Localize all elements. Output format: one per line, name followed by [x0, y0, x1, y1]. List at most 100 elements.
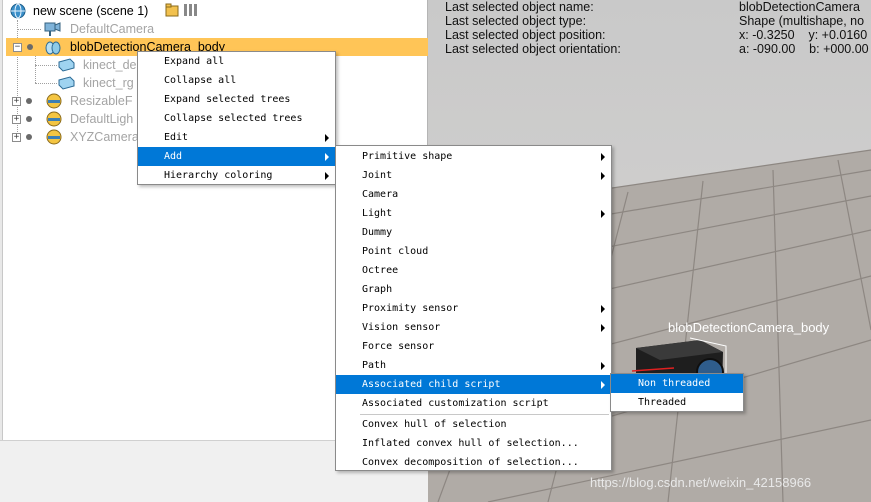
menu-item-associated-customization-script[interactable]: Associated customization script	[336, 394, 611, 413]
shape-icon	[45, 41, 61, 55]
vision-sensor-icon	[58, 58, 75, 72]
menu-item-label: Vision sensor	[362, 322, 441, 333]
expand-toggle-icon[interactable]: +	[12, 133, 21, 142]
tree-root-scene[interactable]: new scene (scene 1)	[8, 2, 208, 20]
menu-item-label: Collapse all	[164, 75, 237, 86]
panel-edge	[0, 0, 3, 440]
model-icon	[46, 129, 62, 145]
info-label: Last selected object type:	[445, 14, 587, 28]
model-icon	[46, 111, 62, 127]
menu-item-threaded[interactable]: Threaded	[611, 393, 743, 412]
expand-toggle-icon[interactable]: +	[12, 115, 21, 124]
menu-item-camera[interactable]: Camera	[336, 185, 611, 204]
menu-item-label: Non threaded	[638, 378, 711, 389]
add-submenu[interactable]: Primitive shape Joint Camera Light Dummy…	[335, 145, 612, 471]
menu-item-label: Light	[362, 208, 393, 219]
menu-item-label: Camera	[362, 189, 399, 200]
folder-icon[interactable]	[165, 3, 179, 17]
menu-item-add[interactable]: Add	[138, 147, 335, 166]
menu-item-dummy[interactable]: Dummy	[336, 223, 611, 242]
object-label: blobDetectionCamera_body	[668, 320, 830, 335]
scene-label: new scene (scene 1)	[33, 4, 149, 18]
tree-line	[35, 55, 36, 83]
globe-icon	[10, 3, 26, 19]
menu-item-label: Primitive shape	[362, 151, 453, 162]
tree-line	[17, 29, 41, 30]
menu-item-label: Convex hull of selection	[362, 419, 507, 430]
submenu-arrow-icon	[601, 324, 605, 332]
menu-item-label: Inflated convex hull of selection...	[362, 438, 579, 449]
info-label: Last selected object name:	[445, 0, 594, 14]
menu-item-associated-child-script[interactable]: Associated child script	[336, 375, 611, 394]
visibility-dot-icon	[26, 116, 32, 122]
menu-item-label: Associated customization script	[362, 398, 549, 409]
submenu-arrow-icon	[601, 305, 605, 313]
menu-item-non-threaded[interactable]: Non threaded	[611, 374, 743, 393]
info-label: Last selected object position:	[445, 28, 606, 42]
menu-item-convex-decomposition[interactable]: Convex decomposition of selection...	[336, 453, 611, 472]
menu-item-label: Convex decomposition of selection...	[362, 457, 579, 468]
menu-item-label: Threaded	[638, 397, 687, 408]
menu-item-label: Dummy	[362, 227, 393, 238]
vision-sensor-icon	[58, 76, 75, 90]
menu-item-expand-selected[interactable]: Expand selected trees	[138, 90, 335, 109]
menu-item-label: Expand selected trees	[164, 94, 291, 105]
tree-item-label: kinect_rg	[83, 76, 134, 90]
tree-item-label: XYZCamera	[70, 130, 139, 144]
submenu-arrow-icon	[325, 153, 329, 161]
menu-item-light[interactable]: Light	[336, 204, 611, 223]
menu-item-vision-sensor[interactable]: Vision sensor	[336, 318, 611, 337]
menu-item-joint[interactable]: Joint	[336, 166, 611, 185]
menu-item-label: Associated child script	[362, 379, 501, 390]
menu-item-collapse-all[interactable]: Collapse all	[138, 71, 335, 90]
tree-item-label: kinect_de	[83, 58, 137, 72]
menu-item-path[interactable]: Path	[336, 356, 611, 375]
tree-line	[35, 65, 57, 66]
tree-item-label: DefaultCamera	[70, 22, 155, 36]
menu-item-label: Hierarchy coloring	[164, 170, 273, 181]
collapse-toggle-icon[interactable]: −	[13, 43, 22, 52]
visibility-dot-icon	[26, 134, 32, 140]
visibility-dot-icon	[26, 98, 32, 104]
menu-item-primitive-shape[interactable]: Primitive shape	[336, 147, 611, 166]
menu-item-label: Proximity sensor	[362, 303, 459, 314]
menu-item-force-sensor[interactable]: Force sensor	[336, 337, 611, 356]
expand-toggle-icon[interactable]: +	[12, 97, 21, 106]
context-menu[interactable]: Expand all Collapse all Expand selected …	[137, 51, 336, 185]
layers-icon[interactable]	[183, 3, 199, 17]
menu-item-graph[interactable]: Graph	[336, 280, 611, 299]
menu-item-proximity-sensor[interactable]: Proximity sensor	[336, 299, 611, 318]
tree-item[interactable]: DefaultCamera	[40, 20, 240, 38]
menu-item-label: Expand all	[164, 56, 225, 67]
menu-item-expand-all[interactable]: Expand all	[138, 52, 335, 71]
menu-item-label: Point cloud	[362, 246, 429, 257]
menu-item-label: Path	[362, 360, 387, 371]
tree-item-label: ResizableF	[70, 94, 133, 108]
info-value: x: -0.3250 y: +0.0160	[739, 28, 868, 42]
submenu-arrow-icon	[601, 362, 605, 370]
menu-item-convex-hull[interactable]: Convex hull of selection	[336, 415, 611, 434]
menu-item-label: Force sensor	[362, 341, 435, 352]
info-value: Shape (multishape, no	[739, 14, 865, 28]
submenu-arrow-icon	[601, 153, 605, 161]
menu-item-label: Joint	[362, 170, 393, 181]
camera-icon	[44, 22, 61, 36]
submenu-arrow-icon	[325, 172, 329, 180]
info-label: Last selected object orientation:	[445, 42, 621, 56]
menu-item-octree[interactable]: Octree	[336, 261, 611, 280]
menu-item-point-cloud[interactable]: Point cloud	[336, 242, 611, 261]
tree-line	[35, 83, 57, 84]
menu-item-label: Collapse selected trees	[164, 113, 303, 124]
menu-item-label: Add	[164, 151, 183, 162]
submenu-arrow-icon	[601, 381, 605, 389]
menu-item-label: Edit	[164, 132, 189, 143]
menu-item-edit[interactable]: Edit	[138, 128, 335, 147]
menu-item-label: Graph	[362, 284, 393, 295]
info-value: a: -090.00 b: +000.00	[739, 42, 869, 56]
menu-item-hierarchy-coloring[interactable]: Hierarchy coloring	[138, 166, 335, 185]
child-script-submenu[interactable]: Non threaded Threaded	[610, 373, 744, 412]
watermark: https://blog.csdn.net/weixin_42158966	[590, 475, 812, 490]
submenu-arrow-icon	[601, 210, 605, 218]
menu-item-collapse-selected[interactable]: Collapse selected trees	[138, 109, 335, 128]
menu-item-inflated-convex-hull[interactable]: Inflated convex hull of selection...	[336, 434, 611, 453]
